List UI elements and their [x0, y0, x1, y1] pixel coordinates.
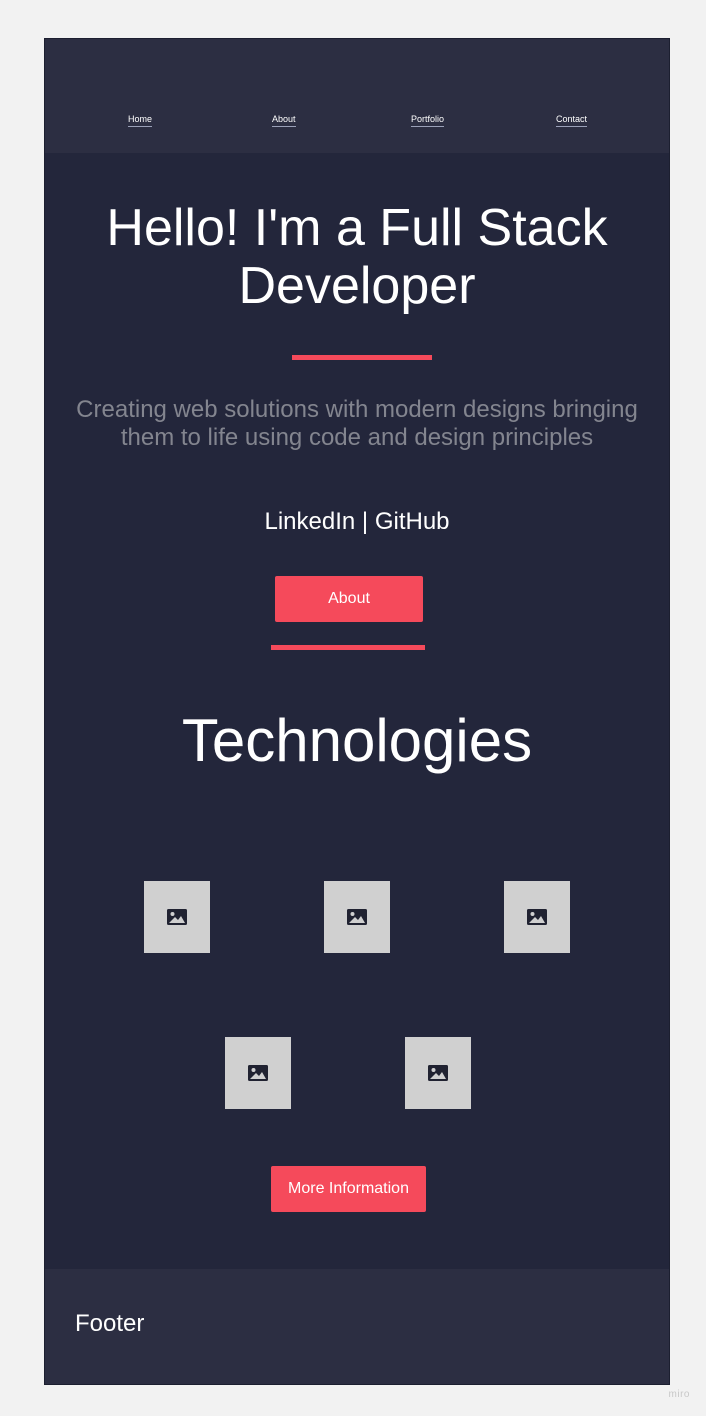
nav-link-home[interactable]: Home	[128, 114, 153, 127]
image-placeholder-icon	[248, 1065, 268, 1081]
hero-subtitle: Creating web solutions with modern desig…	[45, 396, 669, 452]
wireframe-board: Home About Portfolio Contact Hello! I'm …	[44, 38, 670, 1385]
hero-divider	[292, 355, 432, 360]
about-button[interactable]: About	[275, 576, 423, 622]
image-placeholder-icon	[347, 909, 367, 925]
more-information-button[interactable]: More Information	[271, 1166, 426, 1212]
hero-subtitle-line-2: them to life using code and design princ…	[120, 424, 594, 451]
miro-watermark: miro	[668, 1389, 690, 1400]
nav-link-contact[interactable]: Contact	[556, 114, 588, 127]
github-link[interactable]: GitHub	[375, 508, 450, 535]
technology-image-placeholder	[324, 881, 390, 953]
hero-subtitle-line-1: Creating web solutions with modern desig…	[76, 396, 638, 423]
hero-title: Hello! I'm a Full Stack Developer	[45, 199, 669, 315]
top-nav: Home About Portfolio Contact	[45, 39, 669, 153]
hero-title-line-1: Hello! I'm a Full Stack	[106, 199, 608, 257]
technology-image-placeholder	[504, 881, 570, 953]
social-separator: |	[355, 508, 375, 535]
image-placeholder-icon	[527, 909, 547, 925]
technology-image-placeholder	[144, 881, 210, 953]
nav-link-portfolio[interactable]: Portfolio	[411, 114, 445, 127]
nav-link-about[interactable]: About	[272, 114, 296, 127]
section-divider	[271, 645, 425, 650]
hero-title-line-2: Developer	[238, 257, 476, 315]
image-placeholder-icon	[428, 1065, 448, 1081]
footer: Footer	[45, 1269, 669, 1384]
technology-image-placeholder	[225, 1037, 291, 1109]
social-links: LinkedIn | GitHub	[45, 507, 669, 537]
image-placeholder-icon	[167, 909, 187, 925]
technologies-title: Technologies	[181, 707, 533, 774]
linkedin-link[interactable]: LinkedIn	[264, 508, 355, 535]
technology-image-placeholder	[405, 1037, 471, 1109]
footer-label: Footer	[75, 1310, 145, 1337]
